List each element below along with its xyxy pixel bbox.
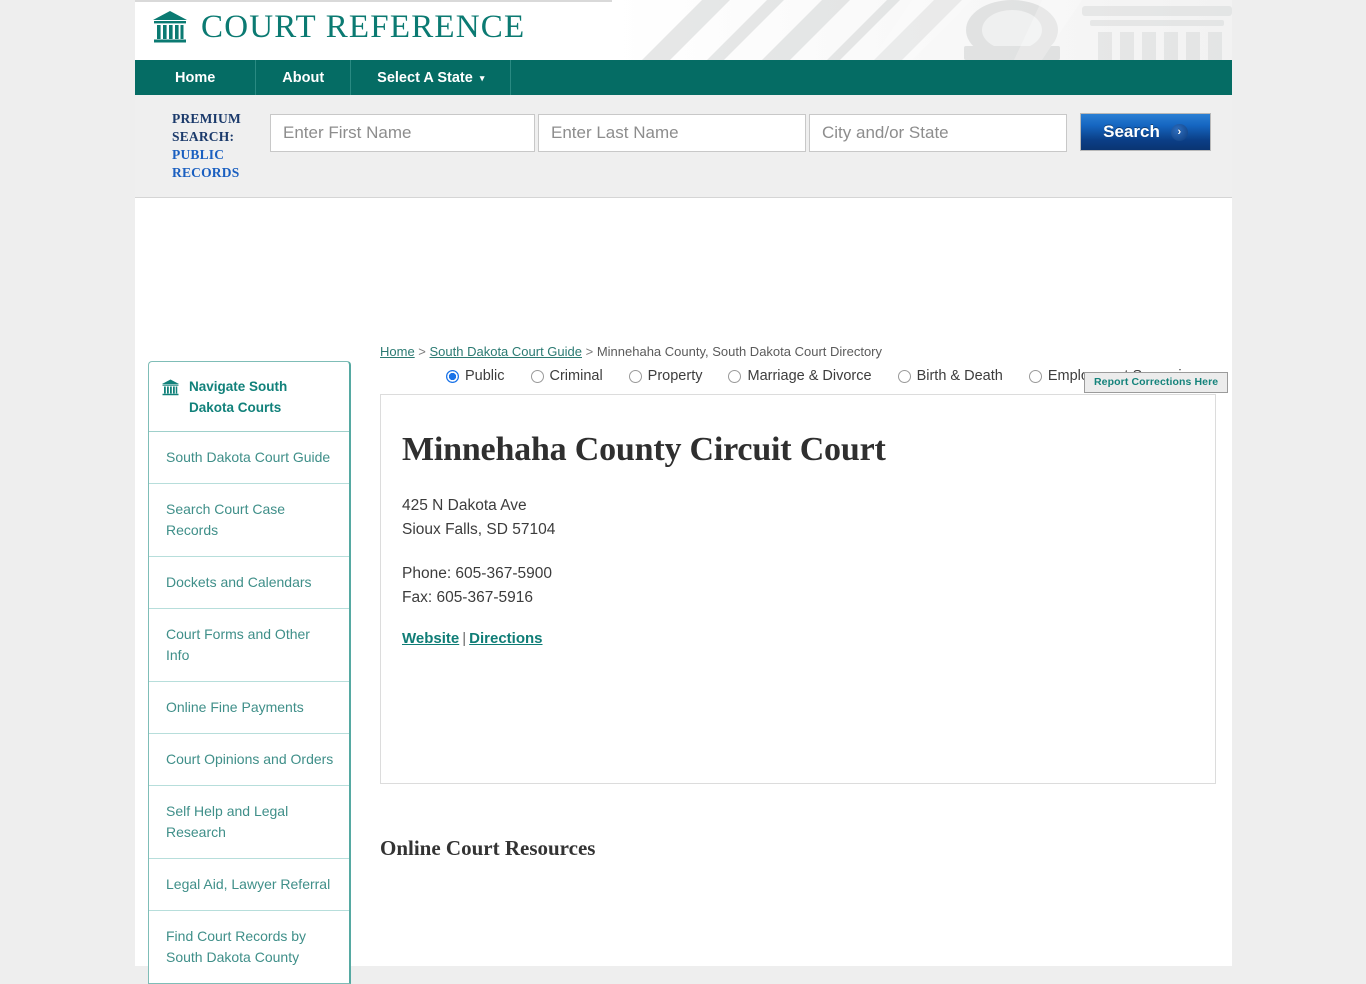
radio-criminal-label: Criminal — [549, 368, 603, 384]
radio-property-label: Property — [647, 368, 703, 384]
sidebar-item-court-guide[interactable]: South Dakota Court Guide — [149, 432, 349, 484]
radio-birth-death-dot[interactable] — [897, 369, 911, 383]
court-fax: Fax: 605-367-5916 — [402, 589, 533, 606]
sidebar-item-court-opinions[interactable]: Court Opinions and Orders — [149, 734, 349, 786]
courthouse-icon — [162, 379, 179, 396]
sidebar-item-online-fine-payments[interactable]: Online Fine Payments — [149, 682, 349, 734]
chevron-right-icon: › — [1170, 123, 1188, 141]
sidebar-item-self-help[interactable]: Self Help and Legal Research — [149, 786, 349, 859]
radio-birth-death-label: Birth & Death — [916, 368, 1003, 384]
radio-marriage-divorce-label: Marriage & Divorce — [747, 368, 872, 384]
nav-item-home-label: Home — [175, 69, 216, 86]
nav-item-select-a-state[interactable]: Select A State ▾ — [351, 60, 512, 95]
report-corrections-label: Report Corrections Here — [1094, 376, 1219, 388]
nav-item-select-a-state-label: Select A State — [377, 69, 473, 86]
radio-birth-death[interactable]: Birth & Death — [897, 368, 1003, 384]
court-address-line2: Sioux Falls, SD 57104 — [402, 521, 556, 538]
brand[interactable]: COURT REFERENCE — [151, 8, 525, 46]
nav-item-home[interactable]: Home — [135, 60, 257, 95]
content-area: Public Criminal Property Marriage & Divo… — [135, 198, 1232, 984]
report-corrections-button[interactable]: Report Corrections Here — [1084, 372, 1229, 393]
breadcrumb: Home > South Dakota Court Guide > Minneh… — [380, 344, 882, 359]
premium-label-line3: PUBLIC — [172, 147, 225, 162]
sidebar-item-find-records-by-county[interactable]: Find Court Records by South Dakota Count… — [149, 911, 349, 983]
header-columns-background-image — [612, 0, 1232, 60]
sidebar-item-legal-aid-label: Legal Aid, Lawyer Referral — [166, 876, 331, 892]
radio-criminal[interactable]: Criminal — [530, 368, 603, 384]
premium-label-line1: PREMIUM — [172, 111, 241, 126]
site-header: COURT REFERENCE — [135, 0, 1232, 60]
sidebar-item-legal-aid[interactable]: Legal Aid, Lawyer Referral — [149, 859, 349, 911]
main-navigation: Home About Select A State ▾ — [135, 60, 1232, 95]
breadcrumb-state-guide-link[interactable]: South Dakota Court Guide — [430, 344, 582, 359]
court-address: 425 N Dakota Ave Sioux Falls, SD 57104 — [402, 494, 1215, 542]
last-name-input[interactable] — [538, 114, 806, 152]
radio-public[interactable]: Public — [446, 368, 505, 384]
sidebar-navigate-courts: Navigate South Dakota Courts South Dakot… — [148, 361, 351, 984]
sidebar-item-online-fine-payments-label: Online Fine Payments — [166, 699, 304, 715]
radio-public-dot[interactable] — [446, 369, 459, 383]
court-address-line1: 425 N Dakota Ave — [402, 497, 527, 514]
directions-link[interactable]: Directions — [469, 630, 542, 647]
premium-search-label: PREMIUM SEARCH: PUBLIC RECORDS — [172, 110, 267, 182]
online-court-resources-heading: Online Court Resources — [380, 836, 596, 860]
sidebar-item-court-forms[interactable]: Court Forms and Other Info — [149, 609, 349, 682]
nav-item-about[interactable]: About — [256, 60, 352, 95]
breadcrumb-separator-2: > — [582, 344, 597, 359]
sidebar-item-search-case-records[interactable]: Search Court Case Records — [149, 484, 349, 557]
sidebar-item-self-help-label: Self Help and Legal Research — [166, 803, 289, 840]
nav-item-about-label: About — [282, 69, 325, 86]
breadcrumb-current: Minnehaha County, South Dakota Court Dir… — [596, 344, 883, 359]
radio-property[interactable]: Property — [628, 368, 703, 384]
courthouse-icon — [153, 11, 187, 43]
sidebar-heading-label: Navigate South Dakota Courts — [189, 379, 288, 415]
link-separator: | — [462, 630, 467, 647]
court-contact: Phone: 605-367-5900 Fax: 605-367-5916 — [402, 562, 1215, 610]
premium-label-line4: RECORDS — [172, 165, 240, 180]
page-title: Minnehaha County Circuit Court — [402, 431, 886, 468]
chevron-down-icon: ▾ — [479, 73, 485, 83]
sidebar-item-dockets-calendars-label: Dockets and Calendars — [166, 574, 312, 590]
court-detail-card: Minnehaha County Circuit Court 425 N Dak… — [380, 394, 1216, 784]
sidebar-item-court-opinions-label: Court Opinions and Orders — [166, 751, 334, 767]
sidebar-item-court-forms-label: Court Forms and Other Info — [166, 626, 310, 663]
radio-marriage-divorce-dot[interactable] — [728, 369, 742, 383]
radio-property-dot[interactable] — [628, 369, 642, 383]
first-name-input[interactable] — [270, 114, 535, 152]
court-phone: Phone: 605-367-5900 — [402, 565, 552, 582]
page-container: COURT REFERENCE Home About Select A Stat… — [135, 0, 1232, 984]
court-links: Website | Directions — [402, 630, 1215, 647]
radio-criminal-dot[interactable] — [530, 369, 544, 383]
sidebar-item-court-guide-label: South Dakota Court Guide — [166, 449, 331, 465]
search-button[interactable]: Search › — [1080, 113, 1211, 151]
radio-employment-screening-dot[interactable] — [1028, 369, 1042, 383]
breadcrumb-separator-1: > — [414, 344, 430, 359]
website-link[interactable]: Website — [402, 630, 459, 647]
premium-label-line2: SEARCH: — [172, 129, 235, 144]
sidebar-heading: Navigate South Dakota Courts — [149, 362, 349, 432]
breadcrumb-home-link[interactable]: Home — [380, 344, 415, 359]
brand-title: COURT REFERENCE — [201, 8, 526, 45]
radio-marriage-divorce[interactable]: Marriage & Divorce — [728, 368, 872, 384]
premium-search-bar: PREMIUM SEARCH: PUBLIC RECORDS Search › — [135, 95, 1232, 198]
city-state-input[interactable] — [809, 114, 1067, 152]
radio-public-label: Public — [465, 368, 505, 384]
search-button-label: Search — [1103, 122, 1160, 141]
sidebar-item-dockets-calendars[interactable]: Dockets and Calendars — [149, 557, 349, 609]
sidebar-item-find-records-by-county-label: Find Court Records by South Dakota Count… — [166, 928, 307, 965]
sidebar-item-search-case-records-label: Search Court Case Records — [166, 501, 286, 538]
